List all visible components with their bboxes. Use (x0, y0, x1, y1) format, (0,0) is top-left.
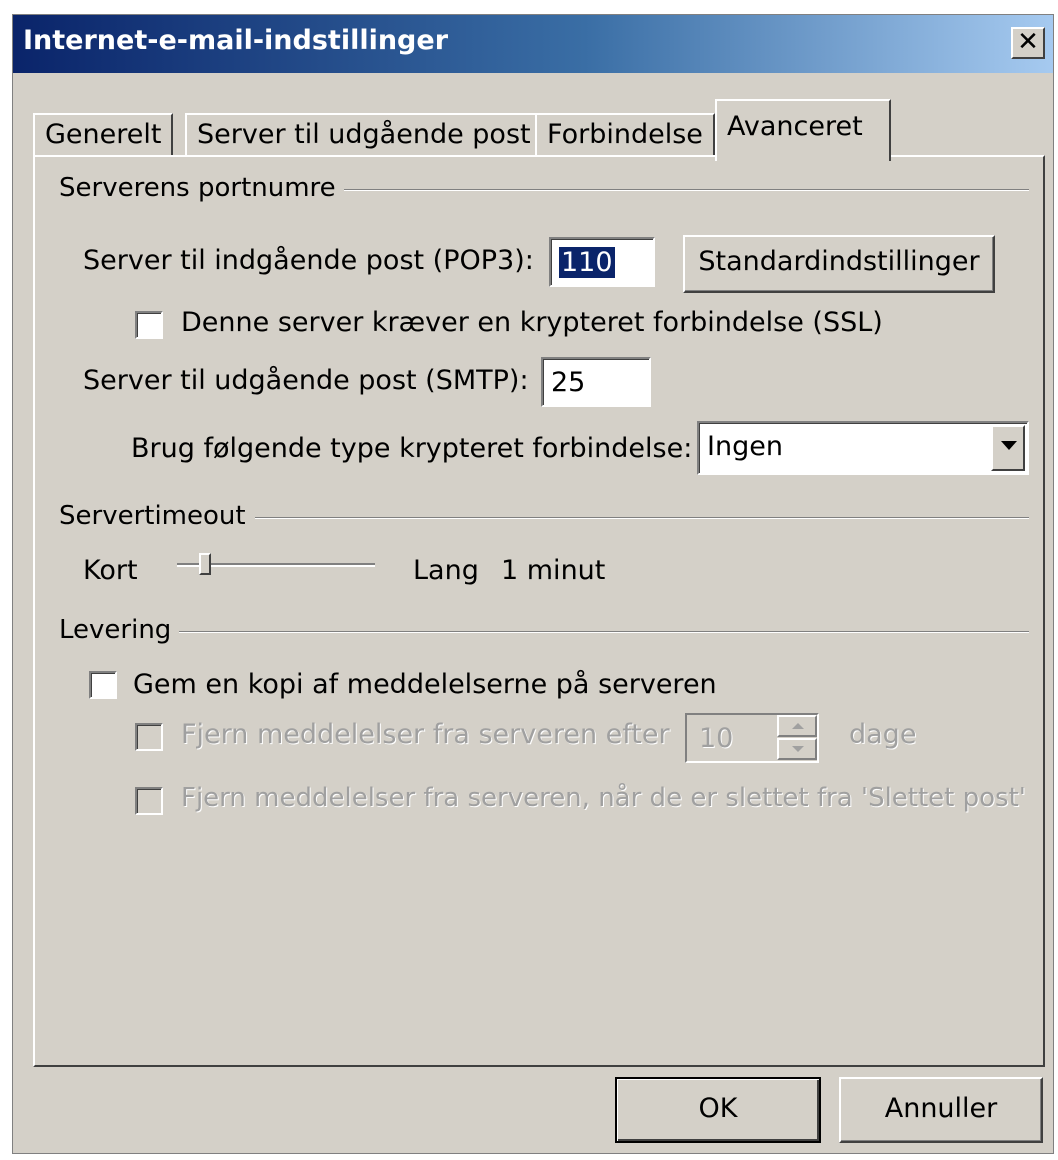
tab-strip: Generelt Server til udgående post Forbin… (13, 99, 1053, 161)
incoming-port-label: Server til indgående post (POP3): (83, 245, 534, 276)
group-divider-delivery (179, 631, 1029, 633)
window-title: Internet-e-mail-indstillinger (23, 25, 449, 56)
remove-after-days-value: 10 (699, 723, 734, 754)
tab-server-til-udgaaende-post[interactable]: Server til udgående post (185, 113, 543, 159)
ssl-checkbox-label: Denne server kræver en krypteret forbind… (181, 307, 883, 338)
encryption-type-select[interactable]: Ingen (697, 421, 1029, 475)
ok-button[interactable]: OK (615, 1077, 821, 1143)
incoming-port-value: 110 (559, 247, 615, 278)
remove-after-checkbox[interactable] (135, 723, 163, 751)
spin-up-icon[interactable] (777, 715, 817, 737)
outgoing-port-value: 25 (551, 367, 586, 398)
cancel-button[interactable]: Annuller (839, 1077, 1043, 1143)
chevron-down-icon[interactable] (991, 425, 1025, 471)
dialog-window: Internet-e-mail-indstillinger ✕ Generelt… (12, 14, 1054, 1154)
keep-copy-label: Gem en kopi af meddelelserne på serveren (133, 669, 717, 700)
close-icon: ✕ (1017, 27, 1039, 57)
remove-after-days-spinner[interactable]: 10 (685, 713, 819, 763)
group-divider-ports (335, 189, 1029, 191)
timeout-short-label: Kort (83, 555, 138, 586)
group-title-delivery: Levering (59, 615, 180, 645)
tab-panel-avanceret: Serverens portnumre Server til indgående… (33, 155, 1045, 1067)
timeout-value-label: 1 minut (501, 555, 606, 586)
remove-after-label: Fjern meddelelser fra serveren efter (181, 719, 670, 750)
encryption-type-label: Brug følgende type krypteret forbindelse… (131, 433, 693, 464)
ssl-checkbox[interactable] (135, 311, 163, 339)
remove-deleted-label: Fjern meddelelser fra serveren, når de e… (181, 783, 1026, 813)
default-settings-button[interactable]: Standardindstillinger (683, 235, 995, 293)
timeout-long-label: Lang (413, 555, 479, 586)
tab-forbindelse[interactable]: Forbindelse (535, 113, 715, 159)
spin-down-icon[interactable] (777, 738, 817, 760)
title-bar: Internet-e-mail-indstillinger ✕ (13, 15, 1053, 73)
tab-generelt[interactable]: Generelt (33, 113, 174, 159)
group-title-ports: Serverens portnumre (59, 173, 344, 203)
group-divider-timeout (255, 517, 1029, 519)
outgoing-port-label: Server til udgående post (SMTP): (83, 365, 529, 396)
timeout-slider-thumb[interactable] (199, 553, 212, 575)
remove-deleted-checkbox[interactable] (135, 787, 163, 815)
incoming-port-input[interactable]: 110 (549, 237, 655, 287)
encryption-type-value: Ingen (707, 431, 783, 462)
group-title-timeout: Servertimeout (59, 501, 254, 531)
outgoing-port-input[interactable]: 25 (541, 357, 651, 407)
tab-avanceret[interactable]: Avanceret (715, 99, 891, 161)
days-unit-label: dage (849, 719, 917, 750)
close-button[interactable]: ✕ (1011, 27, 1045, 59)
keep-copy-checkbox[interactable] (89, 671, 117, 699)
